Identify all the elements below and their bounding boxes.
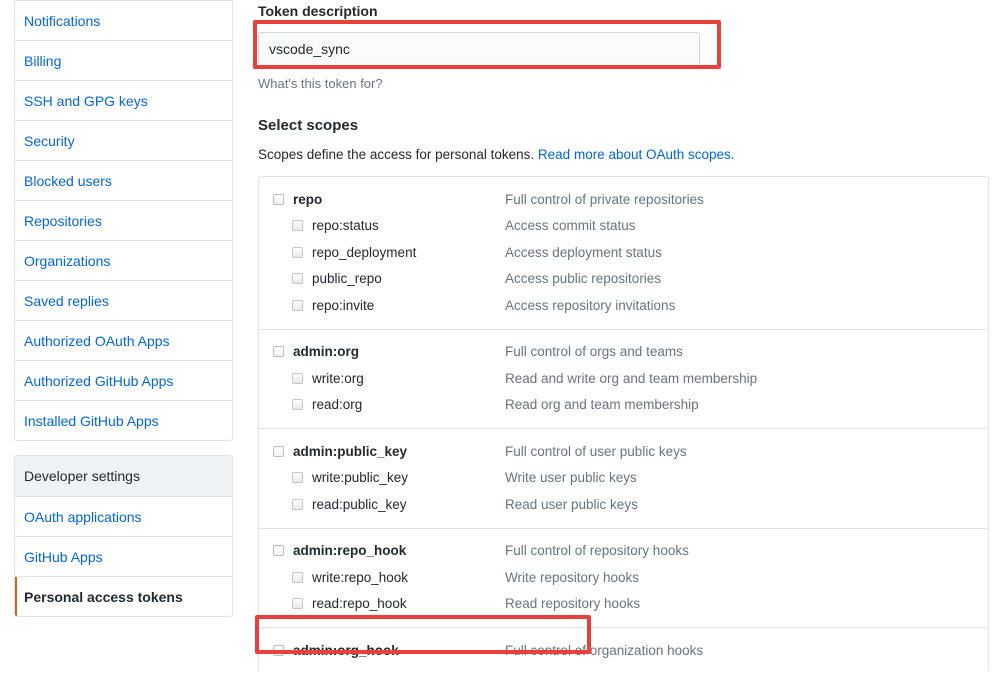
scope-name: admin:public_key [293, 443, 408, 459]
checkbox-repo[interactable] [273, 193, 284, 205]
sidebar-item-security[interactable]: Security [15, 120, 232, 160]
scope-name: read:org [312, 397, 363, 413]
scope-description: Access deployment status [505, 244, 662, 260]
scope-description: Full control of organization hooks [505, 642, 704, 658]
scope-group: admin:org Full control of orgs and teams w… [259, 328, 988, 429]
sidebar-item-ssh-and-gpg-keys[interactable]: SSH and GPG keys [15, 80, 232, 120]
scope-group: admin:repo_hook Full control of repositor… [259, 527, 988, 628]
scope-description: Read user public keys [505, 496, 638, 512]
scope-row-repo-invite[interactable]: repo:invite Access repository invitations [259, 292, 988, 319]
checkbox-repo-deployment[interactable] [292, 246, 303, 258]
scope-name: read:public_key [312, 496, 407, 512]
sidebar-item-billing[interactable]: Billing [15, 40, 232, 80]
sidebar-item-github-apps[interactable]: GitHub Apps [15, 536, 232, 576]
scope-description: Full control of orgs and teams [505, 344, 683, 360]
scopes-panel: repo Full control of private repositories… [258, 176, 989, 674]
scope-row-admin-repo-hook[interactable]: admin:repo_hook Full control of repositor… [259, 538, 988, 565]
sidebar-header-developer-settings: Developer settings [15, 456, 232, 496]
token-description-label: Token description [258, 3, 378, 19]
scope-description: Access commit status [505, 218, 636, 234]
sidebar-item-installed-github-apps[interactable]: Installed GitHub Apps [15, 400, 232, 440]
scope-description: Write user public keys [505, 470, 637, 486]
sidebar-item-authorized-oauth-apps[interactable]: Authorized OAuth Apps [15, 320, 232, 360]
token-description-input[interactable] [258, 32, 700, 66]
checkbox-read-org[interactable] [292, 399, 303, 411]
sidebar-item-personal-access-tokens[interactable]: Personal access tokens [15, 576, 232, 616]
scope-name: write:org [312, 370, 364, 386]
scope-name: public_repo [312, 271, 382, 287]
main-content: Token description What's this token for?… [258, 0, 989, 674]
scope-row-write-repo-hook[interactable]: write:repo_hook Write repository hooks [259, 564, 988, 591]
scope-description: Read org and team membership [505, 397, 699, 413]
scope-row-read-public-key[interactable]: read:public_key Read user public keys [259, 491, 988, 518]
scope-name: write:public_key [312, 470, 409, 486]
checkbox-repo-status[interactable] [292, 220, 303, 232]
checkbox-write-repo-hook[interactable] [292, 571, 303, 583]
scope-row-public-repo[interactable]: public_repo Access public repositories [259, 266, 988, 293]
settings-sidebar: EmailsNotificationsBillingSSH and GPG ke… [14, 0, 233, 617]
scope-group: repo Full control of private repositories… [259, 177, 988, 329]
sidebar-item-repositories[interactable]: Repositories [15, 200, 232, 240]
scope-group: admin:public_key Full control of user pub… [259, 428, 988, 528]
sidebar-item-organizations[interactable]: Organizations [15, 240, 232, 280]
scope-row-repo-deployment[interactable]: repo_deployment Access deployment status [259, 239, 988, 266]
checkbox-repo-invite[interactable] [292, 299, 303, 311]
scope-name: admin:repo_hook [293, 543, 407, 559]
sidebar-item-blocked-users[interactable]: Blocked users [15, 160, 232, 200]
checkbox-admin-repo-hook[interactable] [273, 545, 284, 557]
checkbox-admin-org[interactable] [273, 346, 284, 358]
sidebar-group-personal-settings: EmailsNotificationsBillingSSH and GPG ke… [14, 0, 233, 441]
scope-row-admin-public-key[interactable]: admin:public_key Full control of user pub… [259, 438, 988, 465]
scope-name: admin:org [293, 344, 359, 360]
sidebar-group-developer-settings: Developer settings OAuth applications GitH… [14, 455, 233, 617]
scope-name: write:repo_hook [312, 569, 409, 585]
scopes-intro-text: Scopes define the access for personal to… [258, 147, 538, 162]
scope-row-write-public-key[interactable]: write:public_key Write user public keys [259, 465, 988, 492]
scope-description: Full control of repository hooks [505, 543, 689, 559]
checkbox-write-public-key[interactable] [292, 472, 303, 484]
scope-name: repo:status [312, 218, 379, 234]
token-description-note: What's this token for? [258, 76, 383, 91]
scope-row-admin-org[interactable]: admin:org Full control of orgs and teams [259, 339, 988, 366]
scope-row-repo[interactable]: repo Full control of private repositories [259, 186, 988, 213]
scope-description: Read and write org and team membership [505, 370, 758, 386]
scope-group: admin:org_hook Full control of organizati… [259, 627, 988, 674]
scope-row-write-org[interactable]: write:org Read and write org and team mem… [259, 365, 988, 392]
scope-description: Write repository hooks [505, 569, 640, 585]
checkbox-admin-public-key[interactable] [273, 445, 284, 457]
scope-description: Access public repositories [505, 271, 662, 287]
scope-row-read-org[interactable]: read:org Read org and team membership [259, 392, 988, 419]
scope-description: Full control of private repositories [505, 191, 704, 207]
sidebar-item-notifications[interactable]: Notifications [15, 0, 232, 40]
checkbox-read-public-key[interactable] [292, 498, 303, 510]
scope-name: repo:invite [312, 297, 375, 313]
scope-name: admin:org_hook [293, 642, 399, 658]
scope-name: repo [293, 191, 323, 207]
scope-row-repo-status[interactable]: repo:status Access commit status [259, 213, 988, 240]
page-root: EmailsNotificationsBillingSSH and GPG ke… [0, 0, 1004, 674]
scope-description: Access repository invitations [505, 297, 676, 313]
scope-description: Read repository hooks [505, 596, 641, 612]
sidebar-item-authorized-github-apps[interactable]: Authorized GitHub Apps [15, 360, 232, 400]
token-description-field-wrap [258, 32, 989, 66]
sidebar-item-saved-replies[interactable]: Saved replies [15, 280, 232, 320]
checkbox-public-repo[interactable] [292, 273, 303, 285]
scope-row-admin-org-hook[interactable]: admin:org_hook Full control of organizati… [259, 637, 988, 664]
scope-description: Full control of user public keys [505, 443, 687, 459]
sidebar-item-oauth-applications[interactable]: OAuth applications [15, 496, 232, 536]
oauth-scopes-link[interactable]: Read more about OAuth scopes. [538, 147, 735, 162]
scopes-intro: Scopes define the access for personal to… [258, 146, 989, 164]
scope-name: repo_deployment [312, 244, 417, 260]
scope-row-read-repo-hook[interactable]: read:repo_hook Read repository hooks [259, 591, 988, 618]
select-scopes-heading: Select scopes [258, 117, 359, 134]
checkbox-write-org[interactable] [292, 372, 303, 384]
checkbox-read-repo-hook[interactable] [292, 598, 303, 610]
scope-name: read:repo_hook [312, 596, 407, 612]
checkbox-admin-org-hook[interactable] [273, 644, 284, 656]
